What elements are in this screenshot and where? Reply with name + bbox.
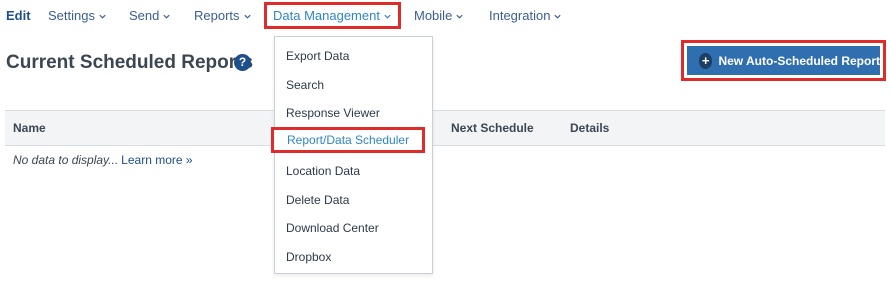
empty-text: No data to display... <box>13 153 119 167</box>
column-header-name[interactable]: Name <box>13 121 46 135</box>
nav-settings-label: Settings <box>48 8 95 23</box>
menu-item-download-center[interactable]: Download Center <box>286 221 379 235</box>
chevron-down-icon <box>243 14 251 19</box>
table-header: Name Next Schedule Details <box>5 110 885 146</box>
nav-integration[interactable]: Integration <box>489 8 562 23</box>
nav-mobile[interactable]: Mobile <box>414 8 464 23</box>
data-management-dropdown: Export Data Search Response Viewer Repor… <box>271 36 433 274</box>
nav-data-management-label: Data Management <box>273 8 380 23</box>
column-header-details[interactable]: Details <box>570 121 609 135</box>
help-icon[interactable]: ? <box>234 54 251 71</box>
nav-reports-label: Reports <box>194 8 240 23</box>
menu-item-location-data[interactable]: Location Data <box>286 164 360 178</box>
nav-mobile-label: Mobile <box>414 8 453 23</box>
nav-reports[interactable]: Reports <box>194 8 252 23</box>
chevron-down-icon <box>554 14 562 19</box>
top-navigation: Edit Settings Send Reports Data Manageme… <box>0 0 890 32</box>
chevron-down-icon <box>384 14 391 19</box>
menu-item-export-data[interactable]: Export Data <box>286 49 349 63</box>
nav-send[interactable]: Send <box>129 8 171 23</box>
menu-item-report-data-scheduler[interactable]: Report/Data Scheduler <box>271 127 426 153</box>
nav-settings[interactable]: Settings <box>48 8 107 23</box>
column-header-next-schedule[interactable]: Next Schedule <box>451 121 534 135</box>
empty-table-message: No data to display... Learn more » <box>13 153 193 167</box>
menu-item-response-viewer[interactable]: Response Viewer <box>286 106 380 120</box>
chevron-down-icon <box>163 14 170 19</box>
new-report-button-highlight: + New Auto-Scheduled Report <box>681 40 886 81</box>
new-auto-scheduled-report-button[interactable]: + New Auto-Scheduled Report <box>687 46 880 75</box>
nav-edit[interactable]: Edit <box>6 8 31 23</box>
new-report-button-label: New Auto-Scheduled Report <box>718 53 880 68</box>
chevron-down-icon <box>456 14 463 19</box>
chevron-down-icon <box>99 14 106 19</box>
learn-more-link[interactable]: Learn more » <box>121 153 192 167</box>
menu-item-dropbox[interactable]: Dropbox <box>286 250 331 264</box>
nav-integration-label: Integration <box>489 8 551 23</box>
plus-icon: + <box>699 52 713 69</box>
page-title: Current Scheduled Reports <box>6 52 254 73</box>
nav-data-management[interactable]: Data Management <box>264 2 401 29</box>
nav-send-label: Send <box>129 8 160 23</box>
menu-item-delete-data[interactable]: Delete Data <box>286 193 349 207</box>
menu-item-search[interactable]: Search <box>286 78 324 92</box>
